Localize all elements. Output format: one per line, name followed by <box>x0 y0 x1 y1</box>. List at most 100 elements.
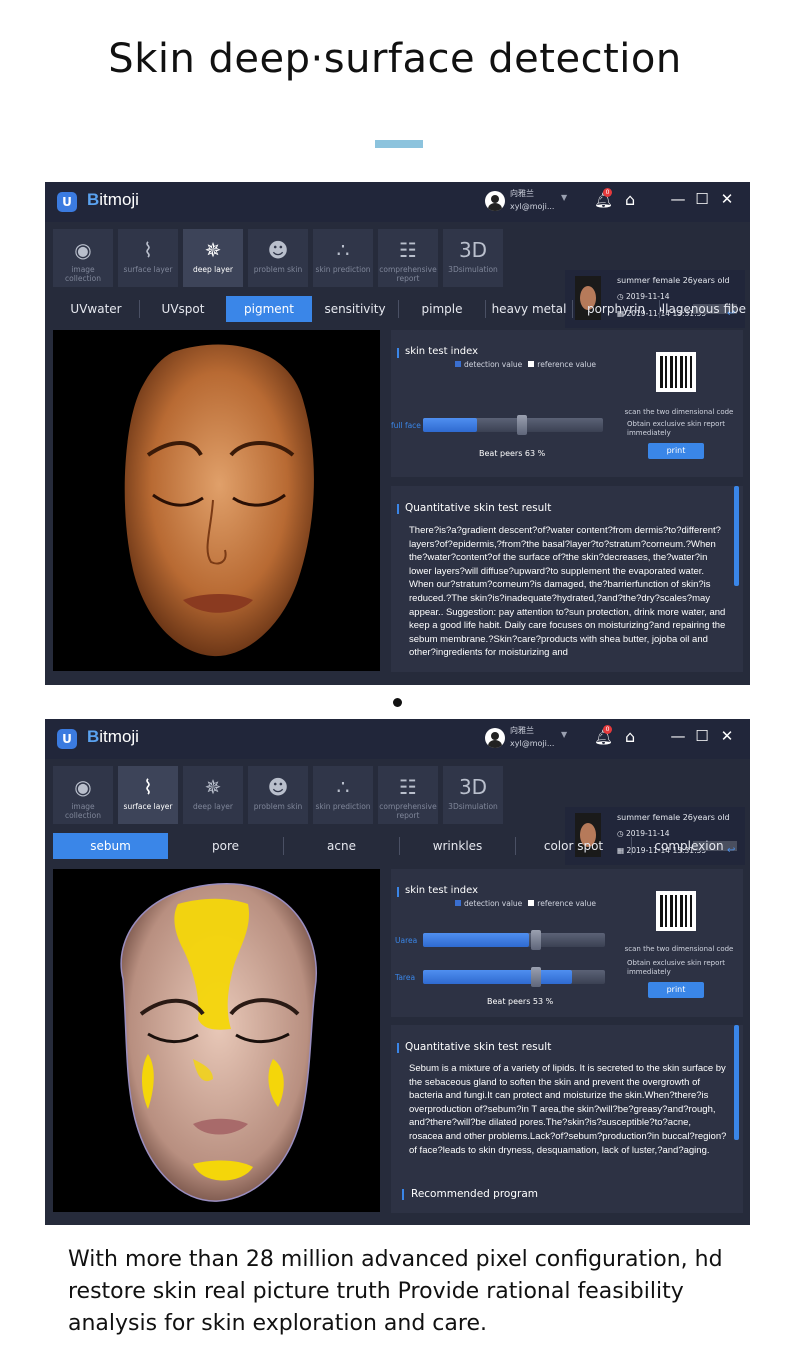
app-window-deep-layer: U Bitmoji 向雅兰 xyl@moji... ▼ 🔔︎ 0 ⌂ — ☐ ✕… <box>45 182 750 685</box>
face-icon: ☻ <box>267 238 289 262</box>
tab-uvspot[interactable]: UVspot <box>140 296 226 322</box>
tab-heavy-metal[interactable]: heavy metal <box>486 296 572 322</box>
home-icon[interactable]: ⌂ <box>625 190 635 209</box>
bitmoji-logo-icon: U <box>57 192 77 212</box>
accent-divider <box>375 140 423 148</box>
home-icon[interactable]: ⌂ <box>625 727 635 746</box>
bar-label-tarea: Tarea <box>395 973 416 982</box>
face-image-sebum <box>53 869 380 1212</box>
molecule-icon: ✵ <box>204 238 222 262</box>
skin-test-index-panel: skin test index detection value reference… <box>391 869 743 1017</box>
result-title: Quantitative skin test result <box>396 502 552 514</box>
tool-skin-prediction[interactable]: ∴ skin prediction <box>313 766 373 824</box>
tab-porphyrin[interactable]: porphyrin <box>573 296 659 322</box>
maximize-icon[interactable]: ☐ <box>693 190 711 208</box>
tool-image-collection[interactable]: ◉ image collection <box>53 229 113 287</box>
user-name: 向雅兰 <box>510 189 534 198</box>
notification-badge: 0 <box>603 725 612 734</box>
title-bar: U Bitmoji 向雅兰 xyl@moji... ▼ 🔔︎ 0 ⌂ — ☐ ✕ <box>45 719 750 759</box>
chevron-down-icon[interactable]: ▼ <box>561 193 567 202</box>
tool-skin-prediction[interactable]: ∴ skin prediction <box>313 229 373 287</box>
index-legend: detection value reference value <box>455 899 596 908</box>
bitmoji-logo-icon: U <box>57 729 77 749</box>
3d-icon: 3D <box>458 775 488 799</box>
result-text: There?is?a?gradient descent?of?water con… <box>409 525 726 659</box>
face-illustration <box>124 344 314 657</box>
qr-code <box>656 352 696 392</box>
3d-icon: 3D <box>458 238 488 262</box>
molecule-icon: ✵ <box>204 775 222 799</box>
tool-comprehensive-report[interactable]: ☷ comprehensive report <box>378 766 438 824</box>
uarea-bar <box>423 930 605 950</box>
tool-3d-simulation[interactable]: 3D 3Dsimulation <box>443 766 503 824</box>
tool-deep-layer[interactable]: ✵ deep layer <box>183 766 243 824</box>
tool-problem-skin[interactable]: ☻ problem skin <box>248 766 308 824</box>
obtain-report-text: Obtain exclusive skin report immediately <box>627 959 725 976</box>
app-name: Bitmoji <box>87 727 139 746</box>
user-name: 向雅兰 <box>510 726 534 735</box>
camera-icon: ◉ <box>74 238 92 262</box>
user-avatar-icon[interactable] <box>485 191 505 211</box>
title-bar: U Bitmoji 向雅兰 xyl@moji... ▼ 🔔︎ 0 ⌂ — ☐ ✕ <box>45 182 750 222</box>
result-scrollbar[interactable] <box>734 486 739 586</box>
dots-icon: ∴ <box>336 775 350 799</box>
tab-wrinkles[interactable]: wrinkles <box>400 833 515 859</box>
bar-label-full-face: full face <box>391 421 421 430</box>
notification-badge: 0 <box>603 188 612 197</box>
print-button[interactable]: print <box>648 443 704 459</box>
carousel-dot <box>393 698 402 707</box>
reference-marker <box>531 930 541 950</box>
tool-problem-skin[interactable]: ☻ problem skin <box>248 229 308 287</box>
index-title: skin test index <box>396 346 479 358</box>
user-email: xyl@moji... <box>510 202 555 211</box>
tarea-bar <box>423 967 605 987</box>
tab-sebum[interactable]: sebum <box>53 833 168 859</box>
module-toolbar: ◉ image collection ⌇ surface layer ✵ deep l… <box>45 759 750 865</box>
tool-deep-layer[interactable]: ✵ deep layer <box>183 229 243 287</box>
tab-color-spot[interactable]: color spot <box>516 833 631 859</box>
app-name: Bitmoji <box>87 190 139 209</box>
tab-sensitivity[interactable]: sensitivity <box>312 296 398 322</box>
module-toolbar: ◉ image collection ⌇ surface layer ✵ deep l… <box>45 222 750 328</box>
minimize-icon[interactable]: — <box>669 190 687 208</box>
quantitative-result-panel: Quantitative skin test result Sebum is a… <box>391 1025 743 1213</box>
chevron-down-icon[interactable]: ▼ <box>561 730 567 739</box>
tool-image-collection[interactable]: ◉ image collection <box>53 766 113 824</box>
index-title: skin test index <box>396 885 479 897</box>
result-scrollbar[interactable] <box>734 1025 739 1140</box>
result-text: Sebum is a mixture of a variety of lipid… <box>409 1063 727 1156</box>
bar-label-uarea: Uarea <box>395 936 418 945</box>
user-email: xyl@moji... <box>510 739 555 748</box>
scan-instruction: scan the two dimensional code <box>624 408 734 416</box>
beat-peers: Beat peers 63 % <box>479 449 546 458</box>
tab-collagenous-fiber[interactable]: collagenous fibe <box>660 296 746 322</box>
tool-3d-simulation[interactable]: 3D 3Dsimulation <box>443 229 503 287</box>
qr-code <box>656 891 696 931</box>
beat-peers: Beat peers 53 % <box>487 997 554 1006</box>
app-window-surface-layer: U Bitmoji 向雅兰 xyl@moji... ▼ 🔔︎ 0 ⌂ — ☐ ✕… <box>45 719 750 1225</box>
tool-surface-layer[interactable]: ⌇ surface layer <box>118 766 178 824</box>
tab-pore[interactable]: pore <box>168 833 283 859</box>
tool-comprehensive-report[interactable]: ☷ comprehensive report <box>378 229 438 287</box>
reference-marker <box>517 415 527 435</box>
minimize-icon[interactable]: — <box>669 727 687 745</box>
full-face-bar <box>423 415 603 435</box>
close-icon[interactable]: ✕ <box>718 727 736 745</box>
tab-pimple[interactable]: pimple <box>399 296 485 322</box>
detection-fill <box>423 933 529 947</box>
close-icon[interactable]: ✕ <box>718 190 736 208</box>
surface-layer-icon: ⌇ <box>143 775 153 799</box>
maximize-icon[interactable]: ☐ <box>693 727 711 745</box>
face-illustration <box>120 883 317 1202</box>
print-button[interactable]: print <box>648 982 704 998</box>
tab-acne[interactable]: acne <box>284 833 399 859</box>
tab-uvwater[interactable]: UVwater <box>53 296 139 322</box>
reference-marker <box>531 967 541 987</box>
dots-icon: ∴ <box>336 238 350 262</box>
user-avatar-icon[interactable] <box>485 728 505 748</box>
detection-fill <box>423 418 477 432</box>
footer-description: With more than 28 million advanced pixel… <box>68 1247 723 1336</box>
tab-pigment[interactable]: pigment <box>226 296 312 322</box>
tab-complexion[interactable]: complexion <box>632 833 746 859</box>
tool-surface-layer[interactable]: ⌇ surface layer <box>118 229 178 287</box>
